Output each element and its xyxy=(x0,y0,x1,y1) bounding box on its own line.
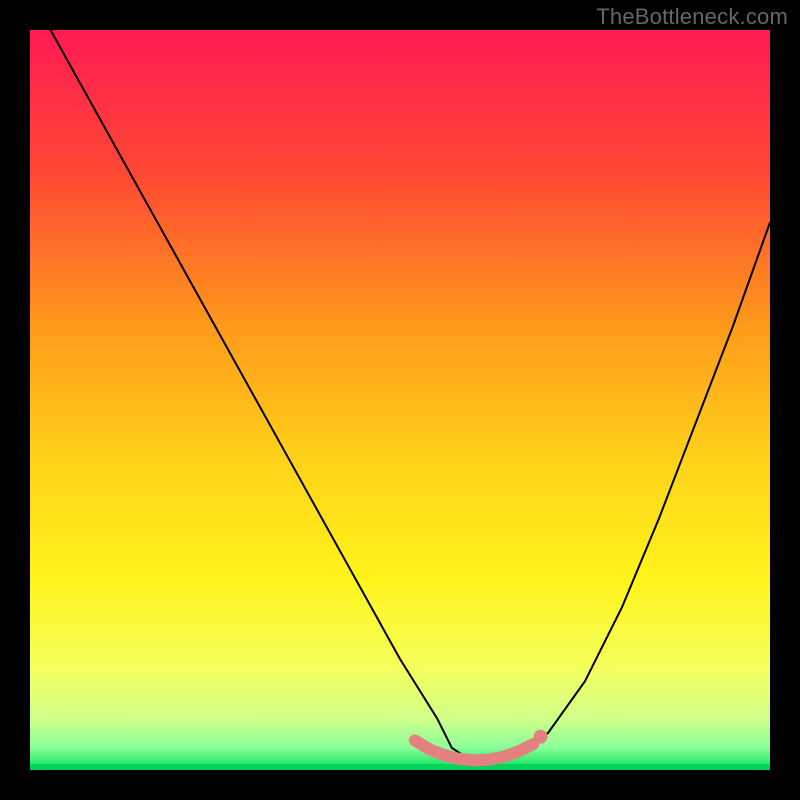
plot-area xyxy=(30,30,770,770)
chart-frame: TheBottleneck.com xyxy=(0,0,800,800)
chart-svg xyxy=(30,30,770,770)
watermark-text: TheBottleneck.com xyxy=(596,4,788,30)
baseline-stripe xyxy=(30,764,770,770)
highlight-end-dot xyxy=(534,730,548,744)
